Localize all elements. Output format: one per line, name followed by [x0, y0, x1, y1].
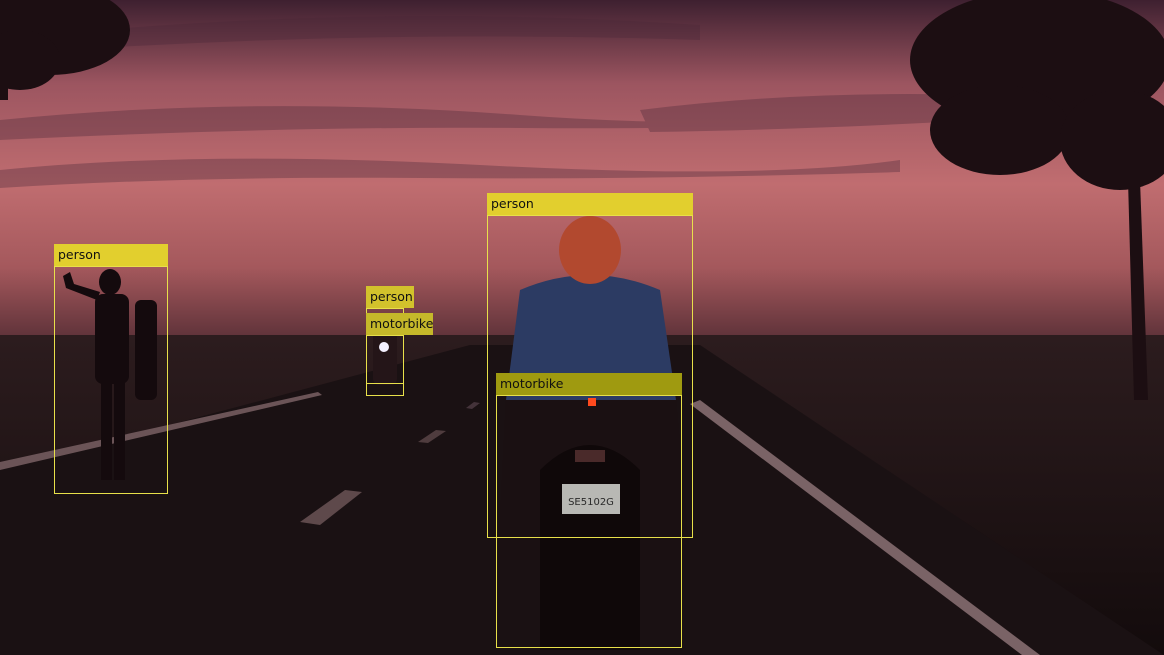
detection-label: motorbike: [366, 313, 433, 335]
bounding-box: [366, 335, 404, 384]
detection-label: person: [487, 193, 693, 215]
bounding-box: [496, 395, 682, 648]
detection-label: person: [54, 244, 168, 266]
detection-label: person: [366, 286, 414, 308]
detection-viewer: SE5102G person person motorbike person m…: [0, 0, 1164, 655]
detection-label: motorbike: [496, 373, 682, 395]
bounding-box: [54, 266, 168, 494]
